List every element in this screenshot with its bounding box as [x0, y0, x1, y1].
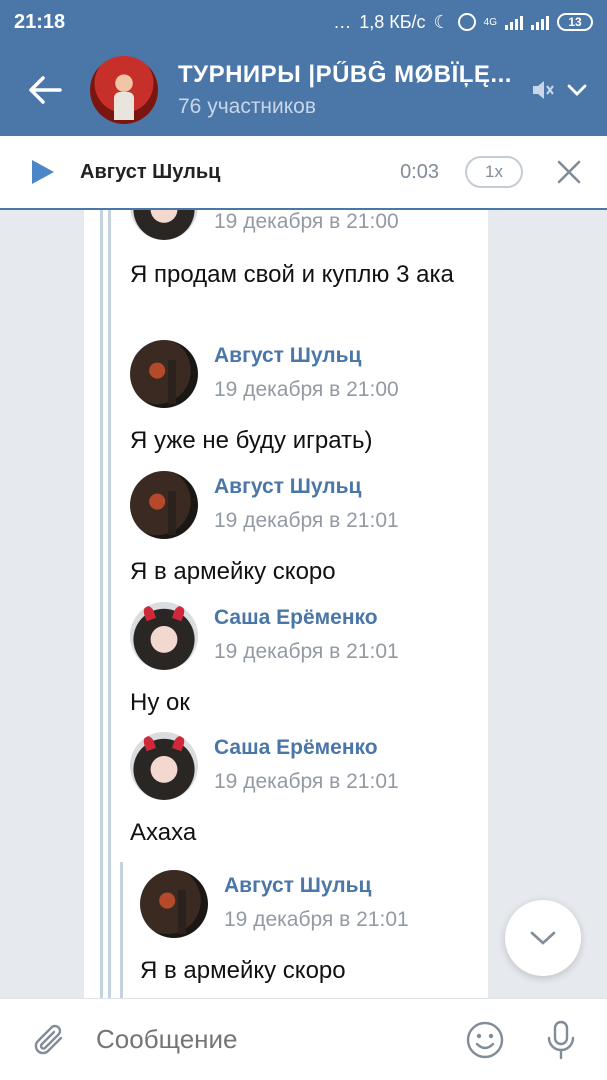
- list-item: 19 декабря в 21:00: [130, 210, 399, 240]
- net-speed: 1,8 КБ/с: [359, 11, 426, 32]
- list-item: Август Шульц 19 декабря в 21:01: [130, 471, 399, 539]
- mute-indicator: [528, 75, 558, 105]
- player-time: 0:03: [400, 160, 439, 183]
- message-text: Я в армейку скоро: [130, 558, 336, 585]
- avatar[interactable]: [130, 732, 198, 800]
- quote-line-nested: [120, 862, 123, 998]
- message-date: 19 декабря в 21:01: [214, 770, 399, 793]
- message-author[interactable]: Август Шульц: [224, 874, 409, 906]
- status-icons: … 1,8 КБ/с ☾ 4G 13: [333, 12, 593, 33]
- signal-icon: [505, 14, 523, 30]
- alarm-icon: [457, 13, 476, 31]
- play-icon: [32, 160, 54, 184]
- playback-speed-button[interactable]: 1x: [465, 156, 523, 188]
- avatar[interactable]: [130, 471, 198, 539]
- message-author[interactable]: Август Шульц: [214, 344, 399, 376]
- message-text: Я в армейку скоро: [140, 957, 346, 984]
- status-time: 21:18: [14, 10, 66, 33]
- message-text: Ахаха: [130, 819, 197, 846]
- message-date: 19 декабря в 21:00: [214, 378, 399, 401]
- message-input[interactable]: [96, 1024, 461, 1055]
- message-author[interactable]: Саша Ерёменко: [214, 736, 399, 768]
- player-track-title: Август Шульц: [80, 160, 221, 183]
- message-date: 19 декабря в 21:01: [214, 509, 399, 532]
- message-composer: [0, 998, 607, 1080]
- chat-avatar[interactable]: [90, 56, 158, 124]
- message-author[interactable]: Саша Ерёменко: [214, 606, 399, 638]
- audio-player-bar: Август Шульц 0:03 1x: [0, 136, 607, 210]
- message-text: Я продам свой и куплю 3 ака: [130, 261, 454, 288]
- message-date: 19 декабря в 21:00: [214, 210, 399, 233]
- chat-members-count: 76 участников: [178, 95, 317, 118]
- avatar[interactable]: [140, 870, 208, 938]
- quote-line-inner: [108, 210, 111, 998]
- chat-title: ТУРНИРЫ |PŰBĜ MØBÏĻĘ...: [178, 61, 512, 88]
- list-item: Август Шульц 19 декабря в 21:01: [140, 870, 409, 938]
- message-text: Ну ок: [130, 689, 190, 716]
- message-date: 19 декабря в 21:01: [214, 640, 399, 663]
- message-date: 19 декабря в 21:01: [224, 908, 409, 931]
- player-close-button[interactable]: [539, 152, 599, 192]
- message-text: Я уже не буду играть): [130, 427, 373, 454]
- paperclip-icon: [34, 1024, 63, 1054]
- back-button[interactable]: [0, 44, 90, 136]
- play-button[interactable]: [30, 157, 78, 187]
- list-item: Саша Ерёменко 19 декабря в 21:01: [130, 602, 399, 670]
- network-type: 4G: [483, 16, 497, 28]
- scroll-down-button[interactable]: [505, 900, 581, 976]
- chevron-down-icon: [530, 931, 556, 945]
- voice-record-button[interactable]: [537, 1016, 585, 1064]
- emoji-button[interactable]: [461, 1016, 509, 1064]
- message-author[interactable]: Август Шульц: [214, 475, 399, 507]
- quote-line: [100, 210, 103, 998]
- chat-header: ТУРНИРЫ |PŰBĜ MØBÏĻĘ... 76 участников: [0, 44, 607, 136]
- do-not-disturb-icon: ☾: [433, 11, 450, 32]
- status-bar: 21:18 … 1,8 КБ/с ☾ 4G 13: [0, 0, 607, 44]
- chevron-down-icon: [567, 84, 587, 96]
- microphone-icon: [547, 1020, 575, 1059]
- signal-icon-2: [531, 14, 549, 30]
- attach-button[interactable]: [24, 1014, 76, 1066]
- dots-indicator: …: [333, 11, 352, 32]
- avatar[interactable]: [130, 210, 198, 240]
- message-list[interactable]: 19 декабря в 21:00 Я продам свой и куплю…: [0, 210, 607, 998]
- arrow-left-icon: [29, 76, 62, 104]
- smiley-icon: [466, 1021, 504, 1058]
- list-item: Саша Ерёменко 19 декабря в 21:01: [130, 732, 399, 800]
- chat-menu-button[interactable]: [562, 75, 592, 105]
- chat-title-block[interactable]: ТУРНИРЫ |PŰBĜ MØBÏĻĘ... 76 участников: [178, 61, 518, 119]
- list-item: Август Шульц 19 декабря в 21:00: [130, 340, 399, 408]
- avatar[interactable]: [130, 340, 198, 408]
- muted-speaker-icon: [533, 81, 554, 99]
- close-icon: [557, 160, 581, 184]
- avatar[interactable]: [130, 602, 198, 670]
- battery-icon: 13: [557, 13, 593, 31]
